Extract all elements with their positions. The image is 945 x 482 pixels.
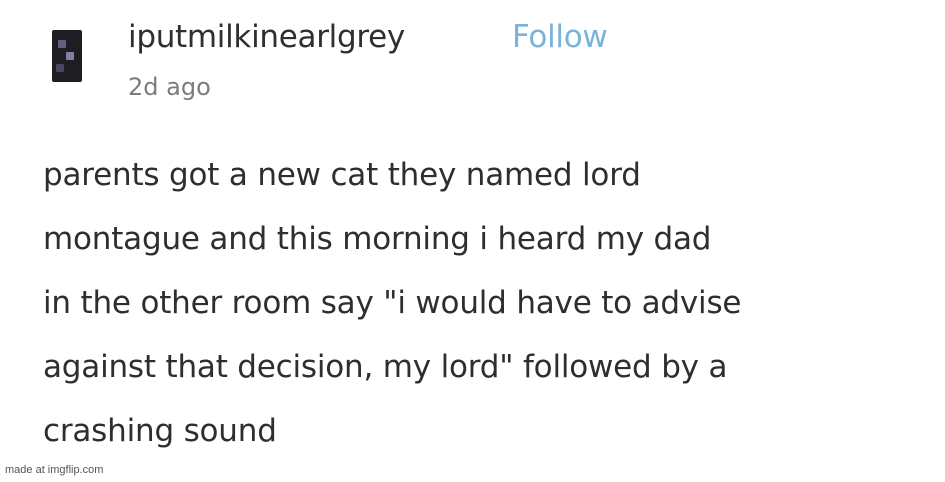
post-text-line: montague and this morning i heard my dad [43,221,712,257]
post-timestamp: 2d ago [128,73,211,101]
follow-button[interactable]: Follow [512,14,608,60]
avatar[interactable] [52,30,82,82]
post-text-line: parents got a new cat they named lord [43,157,641,193]
post-body: parents got a new cat they named lord mo… [43,143,923,463]
imgflip-watermark: made at imgflip.com [5,464,104,476]
avatar-image-detail [58,40,66,48]
avatar-image-detail [56,64,64,72]
post-text-line: crashing sound [43,413,277,449]
post-text-line: against that decision, my lord" followed… [43,349,728,385]
post-text-line: in the other room say "i would have to a… [43,285,742,321]
username[interactable]: iputmilkinearlgrey [128,14,405,60]
avatar-image-detail [66,52,74,60]
